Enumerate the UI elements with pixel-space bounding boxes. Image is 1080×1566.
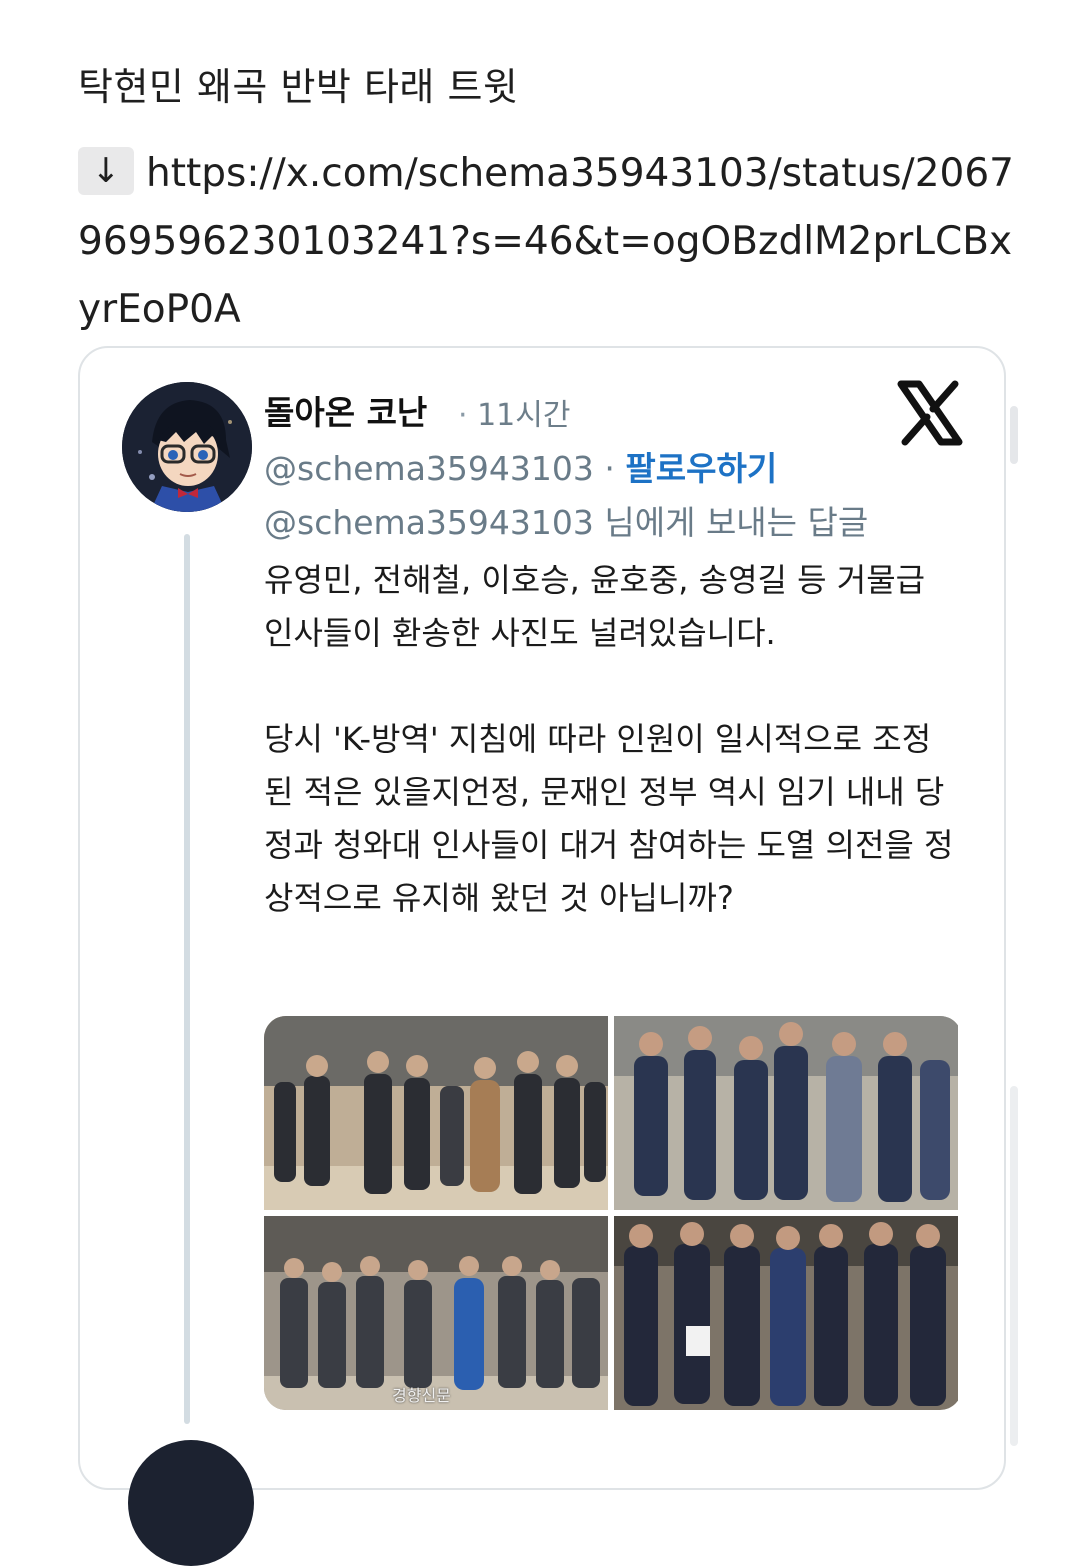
display-name[interactable]: 돌아온 코난 — [264, 386, 427, 434]
tweet-embed-card[interactable]: 돌아온 코난 · 11시간 @schema35943103 · 팔로우하기 @s… — [78, 346, 1006, 1566]
avatar[interactable] — [122, 382, 252, 512]
photo-1[interactable] — [264, 1016, 608, 1210]
down-arrow-icon: ↓ — [78, 147, 134, 195]
reply-to-line: @schema35943103 님에게 보내는 답글 — [264, 503, 869, 542]
scrollbar-lower[interactable] — [1010, 1086, 1018, 1446]
next-reply-avatar[interactable] — [128, 1440, 254, 1566]
scrollbar-upper[interactable] — [1010, 406, 1018, 464]
tweet-time[interactable]: · 11시간 — [458, 390, 570, 434]
tweet-text: 유영민, 전해철, 이호승, 윤호중, 송영길 등 거물급 인사들이 환송한 사… — [264, 561, 954, 917]
photo-watermark: 경향신문 — [392, 1386, 451, 1405]
x-logo-icon[interactable] — [895, 378, 965, 448]
photo-2[interactable] — [614, 1016, 958, 1210]
follow-button[interactable]: 팔로우하기 — [625, 449, 777, 488]
tweet-url[interactable]: https://x.com/schema35943103/status/2067… — [78, 151, 1014, 332]
user-handle[interactable]: @schema35943103 — [264, 449, 594, 488]
separator-dot: · — [604, 449, 615, 488]
photo-grid[interactable]: 경향신문 — [264, 1016, 962, 1410]
handle-row: @schema35943103 · 팔로우하기 — [264, 442, 777, 490]
thread-line — [184, 534, 190, 1424]
post-title: 탁현민 왜곡 반박 타래 트윗 — [78, 65, 519, 109]
photo-3[interactable]: 경향신문 — [264, 1216, 608, 1410]
tweet-link[interactable]: ↓ https://x.com/schema35943103/status/206… — [78, 140, 1018, 344]
photo-4[interactable] — [614, 1216, 958, 1410]
